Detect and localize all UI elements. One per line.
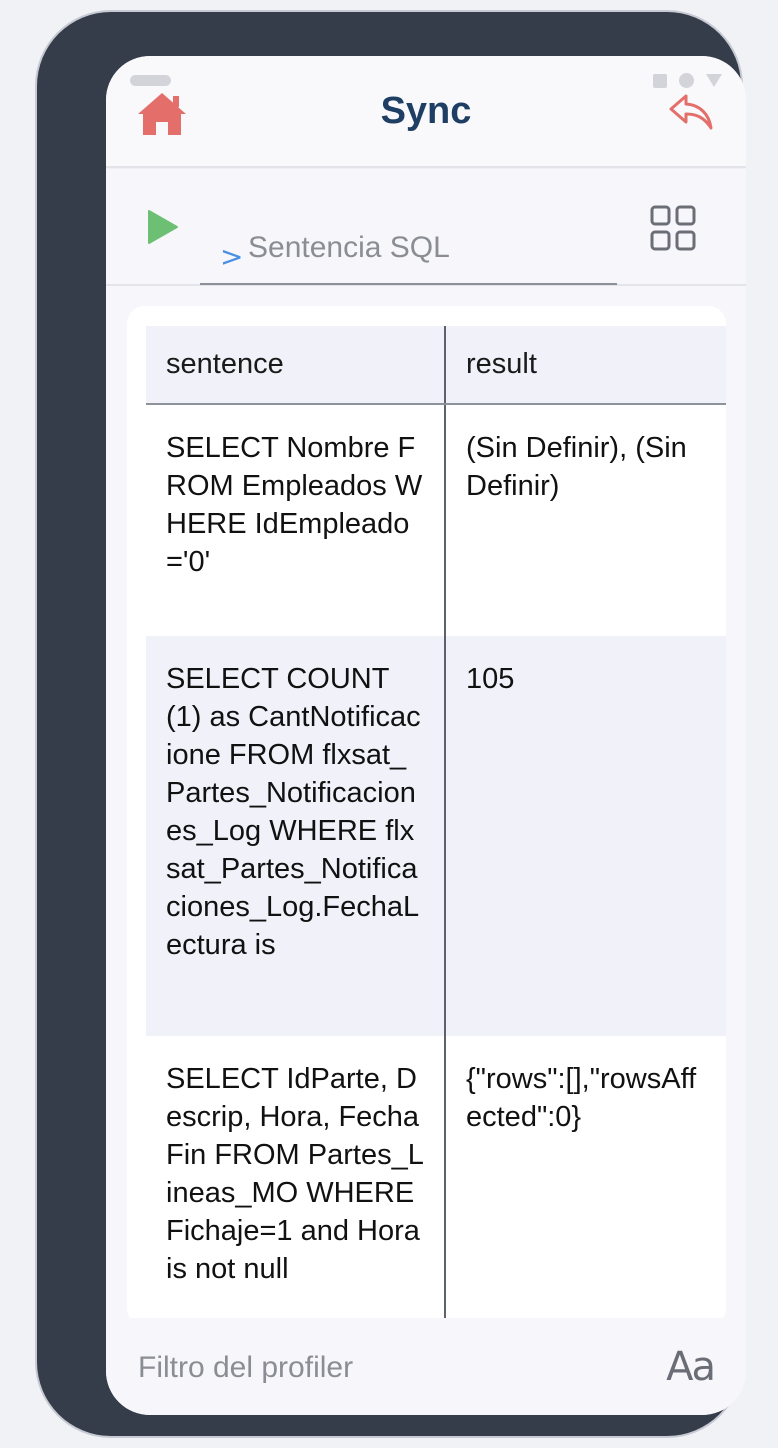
sentence-cell: SELECT Nombre FROM Empleados WHERE IdEmp… bbox=[146, 404, 446, 636]
result-text: 105 bbox=[466, 663, 515, 695]
filter-bar: Aa bbox=[106, 1318, 746, 1415]
back-button[interactable] bbox=[668, 92, 714, 134]
layout-toggle-button[interactable] bbox=[650, 205, 696, 251]
results-table: sentence result SELECT Nombre FROM Emple… bbox=[146, 326, 726, 1326]
status-circle-icon bbox=[679, 73, 694, 88]
sql-toolbar: > bbox=[106, 169, 746, 286]
status-triangle-icon bbox=[706, 74, 722, 87]
prompt-chevron: > bbox=[220, 240, 244, 273]
reply-arrow-icon bbox=[669, 94, 713, 130]
column-header-sentence[interactable]: sentence bbox=[146, 326, 446, 405]
sentence-cell: SELECT IdParte, Descrip, Hora, FechaFin … bbox=[146, 1036, 446, 1326]
result-cell: (Sin Definir), (Sin Definir) bbox=[445, 404, 726, 636]
result-cell: 105 bbox=[445, 636, 726, 1036]
column-header-result[interactable]: result bbox=[445, 326, 726, 405]
sentence-text: SELECT IdParte, Descrip, Hora, FechaFin … bbox=[166, 1063, 424, 1285]
sentence-text: SELECT COUNT (1) as CantNotificacione FR… bbox=[166, 663, 421, 961]
app-screen: Sync > Sentencia SQL sentence result SEL… bbox=[106, 56, 746, 1415]
result-cell: {"rows":[],"rowsAffected":0} bbox=[445, 1036, 726, 1326]
sql-input-field[interactable]: > bbox=[200, 213, 617, 285]
grid-icon bbox=[650, 205, 696, 251]
status-square-icon bbox=[653, 73, 667, 88]
result-text: (Sin Definir), (Sin Definir) bbox=[466, 432, 687, 502]
table-row[interactable]: SELECT IdParte, Descrip, Hora, FechaFin … bbox=[146, 1036, 726, 1326]
sentence-text: SELECT Nombre FROM Empleados WHERE IdEmp… bbox=[166, 432, 423, 578]
sentence-cell: SELECT COUNT (1) as CantNotificacione FR… bbox=[146, 636, 446, 1036]
results-card: sentence result SELECT Nombre FROM Emple… bbox=[127, 306, 726, 1326]
sql-input[interactable] bbox=[248, 227, 608, 269]
phone-frame: Sync > Sentencia SQL sentence result SEL… bbox=[37, 12, 746, 1436]
app-header: Sync bbox=[106, 56, 746, 168]
play-icon bbox=[148, 210, 178, 244]
table-header-row: sentence result bbox=[146, 326, 726, 405]
table-row[interactable]: SELECT Nombre FROM Empleados WHERE IdEmp… bbox=[146, 404, 726, 636]
run-button[interactable] bbox=[146, 209, 180, 245]
page-title: Sync bbox=[380, 90, 472, 132]
status-bar-pill bbox=[130, 75, 171, 86]
result-text: {"rows":[],"rowsAffected":0} bbox=[466, 1063, 697, 1133]
font-size-button[interactable]: Aa bbox=[666, 1344, 716, 1390]
profiler-filter-input[interactable] bbox=[138, 1346, 618, 1390]
table-row[interactable]: SELECT COUNT (1) as CantNotificacione FR… bbox=[146, 636, 726, 1036]
status-bar-icons bbox=[653, 73, 722, 88]
